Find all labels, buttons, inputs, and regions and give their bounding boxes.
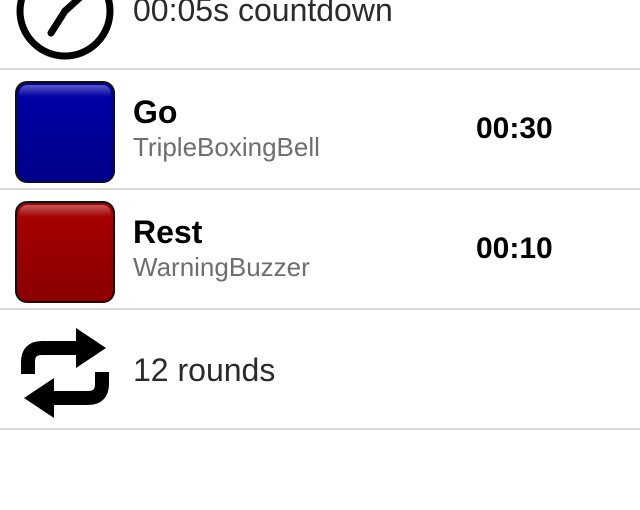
interval-duration: 00:30 xyxy=(476,112,553,145)
interval-name: Go xyxy=(133,94,178,130)
color-swatch-rest[interactable] xyxy=(15,201,115,303)
stopwatch-icon xyxy=(14,0,116,62)
countdown-row[interactable]: 00:05s countdown xyxy=(0,0,640,70)
rounds-row[interactable]: 12 rounds xyxy=(0,310,640,430)
interval-sound: WarningBuzzer xyxy=(133,252,310,282)
interval-sound: TripleBoxingBell xyxy=(133,132,320,162)
countdown-label: 00:05s countdown xyxy=(133,0,393,28)
color-swatch-go[interactable] xyxy=(15,81,115,183)
rounds-label: 12 rounds xyxy=(133,352,276,388)
repeat-icon xyxy=(14,322,116,424)
interval-name: Rest xyxy=(133,214,203,250)
interval-duration: 00:10 xyxy=(476,232,553,265)
interval-row-rest[interactable]: Rest WarningBuzzer 00:10 xyxy=(0,190,640,310)
interval-row-go[interactable]: Go TripleBoxingBell 00:30 xyxy=(0,70,640,190)
